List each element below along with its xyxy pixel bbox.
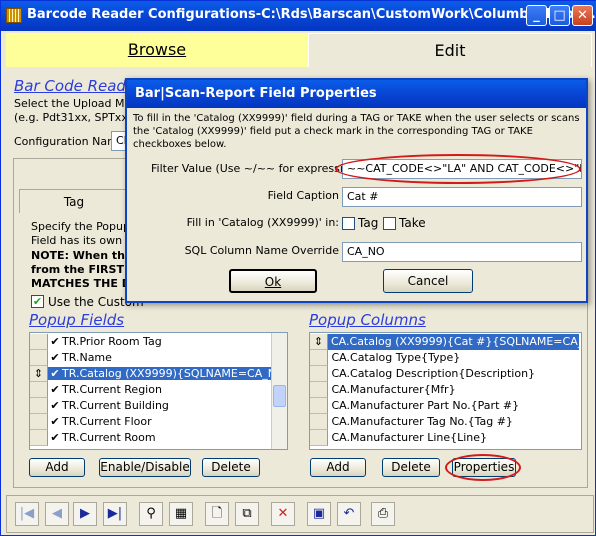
list-item[interactable]: ✔ TR.Current Room — [30, 430, 287, 446]
popup-columns-title: Popup Columns — [309, 311, 426, 329]
ok-button[interactable]: Ok — [229, 269, 317, 293]
tab-edit[interactable]: Edit — [308, 33, 592, 67]
list-item[interactable]: ✔ TR.Current Region — [30, 382, 287, 398]
caption-input[interactable]: Cat # — [342, 187, 582, 207]
add-column-button[interactable]: Add — [310, 458, 366, 477]
list-item[interactable]: ✔ TR.Prior Room Tag — [30, 334, 287, 350]
delete-record-icon[interactable]: ✕ — [271, 502, 295, 526]
highlight-oval — [335, 154, 581, 184]
maximize-button[interactable]: □ — [549, 5, 570, 26]
list-item[interactable]: ✔ TR.Current Floor — [30, 414, 287, 430]
list-item-selected[interactable]: ⇕ CA.Catalog (XX9999){Cat #}{SQLNAME=CA_ — [310, 334, 581, 350]
filter-icon[interactable]: ▦ — [169, 502, 193, 526]
highlight-oval — [445, 454, 521, 481]
new-record-icon[interactable]: 🗋 — [205, 502, 229, 526]
list-item[interactable]: CA.Catalog Description{Description} — [310, 366, 581, 382]
vertical-scrollbar[interactable] — [271, 333, 287, 449]
save-icon[interactable]: ▣ — [307, 502, 331, 526]
tab-browse[interactable]: Browse — [6, 33, 308, 67]
close-button[interactable]: ✕ — [572, 5, 593, 26]
title-bar[interactable]: Barcode Reader Configurations-C:\Rds\Bar… — [1, 1, 596, 31]
filter-label: Filter Value (Use ~/~~ for expressions) — [151, 162, 367, 175]
specify-text: Specify the Popup F — [31, 220, 140, 233]
delete-field-button[interactable]: Delete — [202, 458, 260, 477]
take-checkbox-label: Take — [399, 216, 426, 230]
config-name-label: Configuration Name — [14, 135, 125, 148]
list-item[interactable]: CA.Manufacturer Tag No.{Tag #} — [310, 414, 581, 430]
dialog-title-bar[interactable]: Bar|Scan-Report Field Properties — [127, 80, 586, 108]
binoculars-icon[interactable]: ⚲ — [139, 502, 163, 526]
tag-checkbox-label: Tag — [358, 216, 379, 230]
navigation-toolbar: |◀ ◀ ▶ ▶| ⚲ ▦ 🗋 ⧉ ✕ ▣ ↶ ⎙ — [6, 495, 594, 533]
dialog-description: To fill in the 'Catalog (XX9999)' field … — [133, 113, 580, 150]
example-text: (e.g. Pdt31xx, SPTxxxx — [14, 111, 141, 124]
popup-columns-list[interactable]: ⇕ CA.Catalog (XX9999){Cat #}{SQLNAME=CA_ … — [309, 332, 582, 450]
fill-in-label: Fill in 'Catalog (XX9999)' in: — [186, 216, 339, 229]
cancel-button[interactable]: Cancel — [383, 269, 473, 293]
sql-override-input[interactable]: CA_NO — [342, 242, 582, 262]
window-title: Barcode Reader Configurations-C:\Rds\Bar… — [27, 7, 596, 22]
sql-override-label: SQL Column Name Override — [184, 244, 339, 257]
last-record-icon[interactable]: ▶| — [103, 502, 127, 526]
report-icon[interactable]: ⎙ — [371, 502, 395, 526]
next-record-icon[interactable]: ▶ — [73, 502, 97, 526]
list-item[interactable]: CA.Manufacturer Line{Line} — [310, 430, 581, 446]
delete-column-button[interactable]: Delete — [382, 458, 440, 477]
add-field-button[interactable]: Add — [29, 458, 85, 477]
list-item[interactable]: ✔ TR.Name — [30, 350, 287, 366]
list-item[interactable]: CA.Catalog Type{Type} — [310, 350, 581, 366]
take-checkbox[interactable] — [383, 217, 396, 230]
previous-record-icon[interactable]: ◀ — [45, 502, 69, 526]
tag-checkbox[interactable] — [342, 217, 355, 230]
first-record-icon[interactable]: |◀ — [15, 502, 39, 526]
copy-record-icon[interactable]: ⧉ — [235, 502, 259, 526]
popup-fields-list[interactable]: ✔ TR.Prior Room Tag ✔ TR.Name ⇕ ✔ TR.Catalog… — [29, 332, 288, 450]
list-item-selected[interactable]: ⇕ ✔ TR.Catalog (XX9999){SQLNAME=CA_NO} — [30, 366, 287, 382]
list-item[interactable]: ✔ TR.Current Building — [30, 398, 287, 414]
upload-text: Select the Upload Meth — [14, 97, 143, 110]
scrollbar-thumb[interactable] — [273, 385, 286, 407]
minimize-button[interactable]: _ — [526, 5, 547, 26]
popup-fields-title: Popup Fields — [29, 311, 125, 329]
tab-tag[interactable]: Tag — [19, 189, 129, 213]
list-item[interactable]: CA.Manufacturer{Mfr} — [310, 382, 581, 398]
enable-disable-button[interactable]: Enable/Disable — [99, 458, 191, 477]
undo-icon[interactable]: ↶ — [337, 502, 361, 526]
dialog-title: Bar|Scan-Report Field Properties — [135, 86, 377, 101]
caption-label: Field Caption — [267, 189, 339, 202]
field-text: Field has its own lis — [31, 234, 138, 247]
list-item[interactable]: CA.Manufacturer Part No.{Part #} — [310, 398, 581, 414]
barcode-app-icon — [6, 8, 22, 23]
use-custom-checkbox[interactable]: ✔ — [31, 295, 44, 308]
field-properties-dialog: Bar|Scan-Report Field Properties To fill… — [125, 78, 588, 303]
section-title: Bar Code Read — [14, 77, 126, 95]
